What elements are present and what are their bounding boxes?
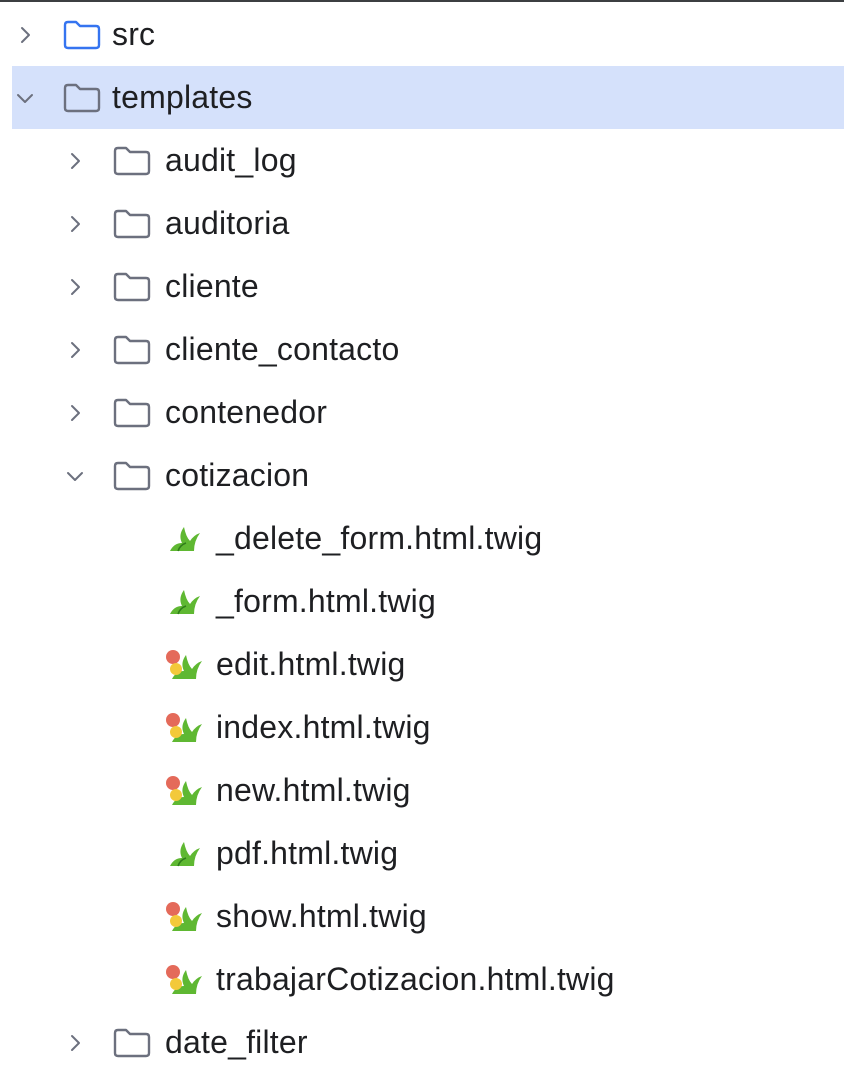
tree-item-label: templates xyxy=(112,79,253,115)
tree-item-label: edit.html.twig xyxy=(216,646,406,682)
folder-icon xyxy=(112,334,152,366)
tree-item-templates[interactable]: templates xyxy=(12,66,844,129)
chevron-right-icon[interactable] xyxy=(64,402,86,424)
tree-item-trabajar-cotizacion-twig[interactable]: trabajarCotizacion.html.twig xyxy=(0,948,844,1011)
tree-item-cliente-contacto[interactable]: cliente_contacto xyxy=(0,318,844,381)
tree-item-audit-log[interactable]: audit_log xyxy=(0,129,844,192)
chevron-right-icon[interactable] xyxy=(64,1032,86,1054)
chevron-right-icon[interactable] xyxy=(14,24,36,46)
tree-item-cliente[interactable]: cliente xyxy=(0,255,844,318)
twig-file-modified-icon xyxy=(164,710,204,742)
tree-item-label: index.html.twig xyxy=(216,709,431,745)
source-folder-icon xyxy=(62,19,102,51)
project-tree: src templates audit_log auditoria client… xyxy=(0,3,844,1074)
tree-item-label: new.html.twig xyxy=(216,772,411,808)
tree-item-cotizacion[interactable]: cotizacion xyxy=(0,444,844,507)
twig-file-icon xyxy=(164,521,204,553)
tree-item-label: auditoria xyxy=(165,205,290,241)
top-border xyxy=(0,0,844,2)
tree-item-label: cotizacion xyxy=(165,457,310,493)
twig-file-icon xyxy=(164,584,204,616)
tree-item-auditoria[interactable]: auditoria xyxy=(0,192,844,255)
chevron-right-icon[interactable] xyxy=(64,276,86,298)
folder-icon xyxy=(62,82,102,114)
folder-icon xyxy=(112,208,152,240)
chevron-right-icon[interactable] xyxy=(64,150,86,172)
tree-item-form-twig[interactable]: _form.html.twig xyxy=(0,570,844,633)
twig-file-modified-icon xyxy=(164,647,204,679)
tree-item-label: trabajarCotizacion.html.twig xyxy=(216,961,615,997)
tree-item-new-twig[interactable]: new.html.twig xyxy=(0,759,844,822)
tree-item-label: pdf.html.twig xyxy=(216,835,399,871)
folder-icon xyxy=(112,1027,152,1059)
tree-item-label: show.html.twig xyxy=(216,898,427,934)
chevron-down-icon[interactable] xyxy=(64,465,86,487)
tree-item-label: audit_log xyxy=(165,142,297,178)
tree-item-show-twig[interactable]: show.html.twig xyxy=(0,885,844,948)
tree-item-contenedor[interactable]: contenedor xyxy=(0,381,844,444)
tree-item-delete-form-twig[interactable]: _delete_form.html.twig xyxy=(0,507,844,570)
twig-file-icon xyxy=(164,836,204,868)
folder-icon xyxy=(112,397,152,429)
tree-item-label: _delete_form.html.twig xyxy=(216,520,543,556)
tree-item-label: cliente xyxy=(165,268,259,304)
tree-item-src[interactable]: src xyxy=(0,3,844,66)
tree-item-edit-twig[interactable]: edit.html.twig xyxy=(0,633,844,696)
folder-icon xyxy=(112,271,152,303)
tree-item-date-filter[interactable]: date_filter xyxy=(0,1011,844,1074)
twig-file-modified-icon xyxy=(164,899,204,931)
folder-icon xyxy=(112,460,152,492)
tree-item-label: cliente_contacto xyxy=(165,331,400,367)
tree-item-pdf-twig[interactable]: pdf.html.twig xyxy=(0,822,844,885)
chevron-right-icon[interactable] xyxy=(64,213,86,235)
folder-icon xyxy=(112,145,152,177)
tree-item-label: src xyxy=(112,16,156,52)
tree-item-label: date_filter xyxy=(165,1024,308,1060)
tree-item-label: contenedor xyxy=(165,394,328,430)
twig-file-modified-icon xyxy=(164,773,204,805)
tree-item-index-twig[interactable]: index.html.twig xyxy=(0,696,844,759)
twig-file-modified-icon xyxy=(164,962,204,994)
chevron-right-icon[interactable] xyxy=(64,339,86,361)
tree-item-label: _form.html.twig xyxy=(216,583,436,619)
chevron-down-icon[interactable] xyxy=(14,87,36,109)
